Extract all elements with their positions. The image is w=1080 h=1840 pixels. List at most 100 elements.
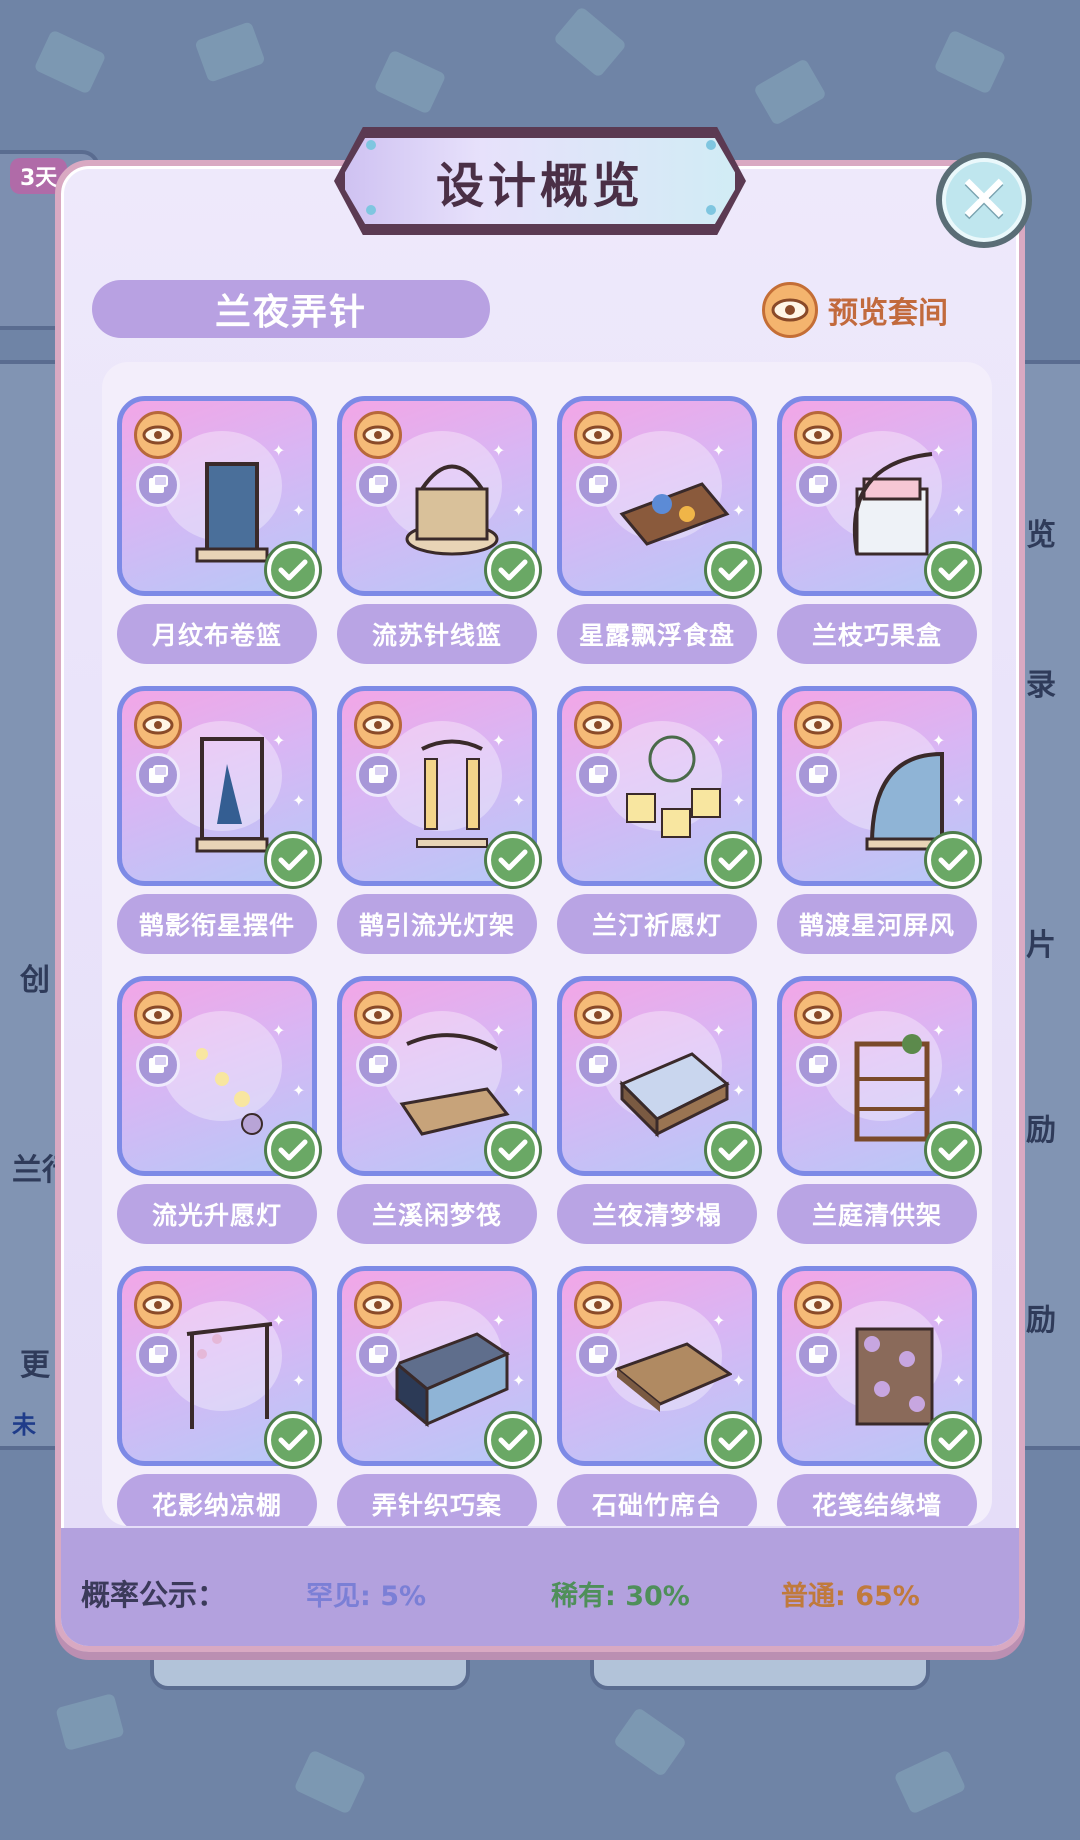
bg-label-reward1: 励 [1026,1113,1056,1148]
eye-icon[interactable] [574,411,622,459]
furniture-item[interactable]: ✦ ✦ 鹊渡星河屏风 [777,686,979,976]
eye-icon[interactable] [134,701,182,749]
item-name-pill: 兰溪闲梦筏 [337,1184,537,1244]
check-icon [927,1124,979,1176]
furniture-item[interactable]: ✦ ✦ 鹊引流光灯架 [337,686,539,976]
furniture-type-icon [576,1043,620,1087]
furniture-item[interactable]: ✦ ✦ 兰庭清供架 [777,976,979,1266]
check-icon [927,834,979,886]
preview-suite-button[interactable]: 预览套间 [762,282,948,338]
furniture-item[interactable]: ✦ ✦ 弄针织巧案 [337,1266,539,1526]
furniture-item[interactable]: ✦ ✦ 流光升愿灯 [117,976,319,1266]
item-grid-panel[interactable]: ✦ ✦ 月纹布卷篮 ✦ ✦ 流苏针线篮 ✦ ✦ 星露飘浮食盘 ✦ ✦ 兰枝巧果盒 ✦ ✦ 鹊影衔星摆件 ✦ ✦ 鹊… [102,362,992,1526]
item-name: 弄针织巧案 [371,1491,502,1520]
item-name: 鹊影衔星摆件 [138,911,295,940]
item-name-pill: 鹊渡星河屏风 [777,894,977,954]
item-name: 星露飘浮食盘 [578,621,735,650]
eye-icon [762,282,818,338]
bg-label-reward2: 励 [1026,1303,1056,1338]
item-name-pill: 鹊影衔星摆件 [117,894,317,954]
check-icon [487,544,539,596]
item-name-pill: 月纹布卷篮 [117,604,317,664]
furniture-type-icon [356,753,400,797]
set-name-pill: 兰夜弄针 [92,280,490,338]
furniture-type-icon [576,463,620,507]
check-icon [707,1414,759,1466]
furniture-item[interactable]: ✦ ✦ 流苏针线篮 [337,396,539,686]
item-name: 花笺结缘墙 [811,1491,942,1520]
item-name: 兰汀祈愿灯 [591,911,722,940]
check-icon [267,1124,319,1176]
set-name: 兰夜弄针 [214,292,367,333]
eye-icon[interactable] [794,411,842,459]
furniture-item[interactable]: ✦ ✦ 星露飘浮食盘 [557,396,759,686]
check-icon [487,834,539,886]
title-banner: 设计概览 [340,133,740,229]
furniture-item[interactable]: ✦ ✦ 兰汀祈愿灯 [557,686,759,976]
design-overview-modal: 兰夜弄针 预览套间 ✦ ✦ 月纹布卷篮 ✦ ✦ 流苏针线篮 ✦ ✦ 星露飘浮食盘 ✦ ✦ 兰枝巧果盒 ✦… [55,160,1025,1652]
eye-icon[interactable] [794,701,842,749]
item-name: 鹊渡星河屏风 [798,911,955,940]
furniture-type-icon [576,753,620,797]
check-icon [487,1414,539,1466]
item-grid: ✦ ✦ 月纹布卷篮 ✦ ✦ 流苏针线篮 ✦ ✦ 星露飘浮食盘 ✦ ✦ 兰枝巧果盒 ✦ ✦ 鹊影衔星摆件 ✦ ✦ 鹊… [117,396,979,1526]
furniture-type-icon [796,753,840,797]
item-name: 花影纳凉棚 [151,1491,282,1520]
item-name: 流光升愿灯 [151,1201,282,1230]
eye-icon[interactable] [794,1281,842,1329]
check-icon [707,544,759,596]
eye-icon[interactable] [354,991,402,1039]
rate-rare: 罕见: 5% [306,1580,427,1612]
furniture-item[interactable]: ✦ ✦ 兰溪闲梦筏 [337,976,539,1266]
furniture-item[interactable]: ✦ ✦ 石础竹席台 [557,1266,759,1526]
eye-icon[interactable] [354,411,402,459]
item-name-pill: 弄针织巧案 [337,1474,537,1526]
furniture-item[interactable]: ✦ ✦ 月纹布卷篮 [117,396,319,686]
check-icon [267,834,319,886]
furniture-item[interactable]: ✦ ✦ 兰夜清梦榻 [557,976,759,1266]
item-name: 兰庭清供架 [811,1201,942,1230]
item-name-pill: 星露飘浮食盘 [557,604,757,664]
eye-icon[interactable] [354,1281,402,1329]
furniture-type-icon [356,1043,400,1087]
item-name-pill: 石础竹席台 [557,1474,757,1526]
banner-dot [366,140,376,150]
check-icon [267,1414,319,1466]
furniture-type-icon [136,1333,180,1377]
eye-icon[interactable] [574,1281,622,1329]
furniture-item[interactable]: ✦ ✦ 花笺结缘墙 [777,1266,979,1526]
furniture-item[interactable]: ✦ ✦ 花影纳凉棚 [117,1266,319,1526]
check-icon [487,1124,539,1176]
item-name-pill: 兰枝巧果盒 [777,604,977,664]
check-icon [707,1124,759,1176]
bg-label-status: 未 [12,1411,36,1439]
eye-icon[interactable] [574,991,622,1039]
furniture-type-icon [796,1333,840,1377]
eye-icon[interactable] [134,991,182,1039]
eye-icon[interactable] [794,991,842,1039]
eye-icon[interactable] [354,701,402,749]
item-name-pill: 鹊引流光灯架 [337,894,537,954]
furniture-item[interactable]: ✦ ✦ 兰枝巧果盒 [777,396,979,686]
banner-dot [706,205,716,215]
check-icon [927,1414,979,1466]
item-name: 月纹布卷篮 [151,621,282,650]
furniture-type-icon [136,753,180,797]
eye-icon[interactable] [134,1281,182,1329]
furniture-type-icon [796,1043,840,1087]
furniture-item[interactable]: ✦ ✦ 鹊影衔星摆件 [117,686,319,976]
bg-label-preview: 览 [1026,518,1056,553]
probability-footer: 概率公示： 罕见: 5% 稀有: 30% 普通: 65% [61,1528,1019,1646]
banner-dot [366,205,376,215]
eye-icon[interactable] [134,411,182,459]
close-button[interactable]: ✕ [936,152,1032,248]
banner-dot [706,140,716,150]
furniture-type-icon [356,1333,400,1377]
item-name: 兰夜清梦榻 [591,1201,722,1230]
item-name: 鹊引流光灯架 [358,911,515,940]
check-icon [707,834,759,886]
modal-title: 设计概览 [435,158,644,214]
item-name: 兰溪闲梦筏 [371,1201,502,1230]
eye-icon[interactable] [574,701,622,749]
furniture-type-icon [356,463,400,507]
